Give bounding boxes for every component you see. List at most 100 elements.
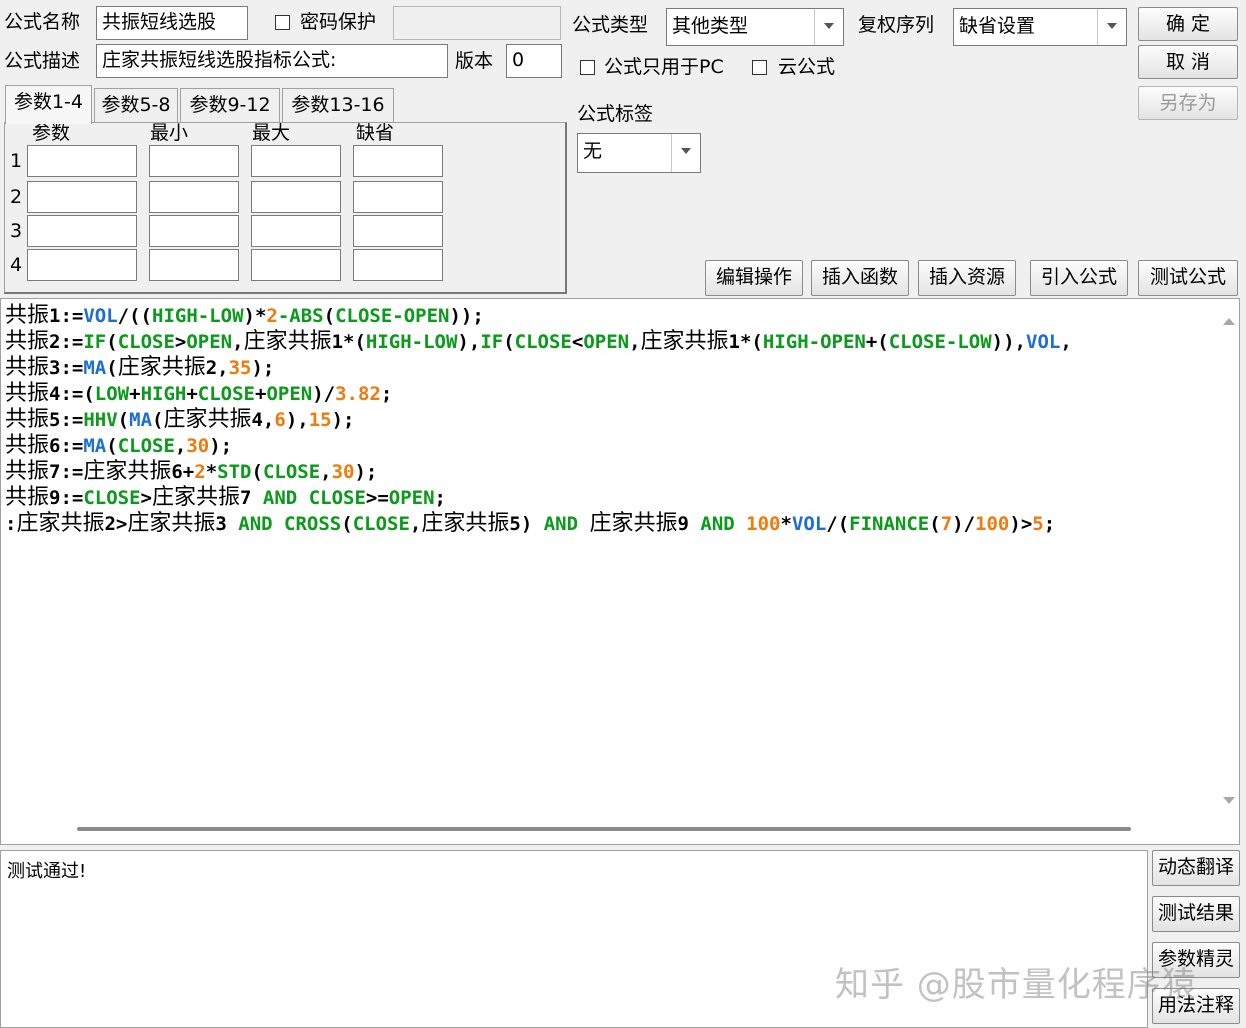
code-token: 庄家共振: [127, 511, 216, 536]
formula-desc-input[interactable]: 庄家共振短线选股指标公式:: [96, 44, 448, 78]
password-input[interactable]: [393, 6, 561, 40]
param-min-input[interactable]: [149, 215, 239, 247]
code-token: 1*(: [331, 331, 366, 353]
tab-params-1-4[interactable]: 参数1-4: [5, 85, 92, 124]
dynamic-translate-button[interactable]: 动态翻译: [1152, 850, 1240, 886]
formula-tag-select[interactable]: 无: [577, 133, 701, 173]
rights-select[interactable]: 缺省设置: [953, 8, 1127, 46]
code-line[interactable]: 共振5:=HHV(MA(庄家共振4,6),15);: [5, 407, 1217, 433]
code-token: -ABS: [277, 305, 324, 327]
save-as-button[interactable]: 另存为: [1138, 86, 1238, 120]
tab-params-9-12[interactable]: 参数9-12: [180, 88, 280, 122]
code-token: )/: [952, 513, 976, 535]
insert-resource-button[interactable]: 插入资源: [918, 260, 1016, 296]
code-token: 庄家共振: [640, 329, 729, 354]
code-token: 2>: [104, 513, 128, 535]
code-token: 庄家共振: [152, 485, 241, 510]
code-line[interactable]: 共振7:=庄家共振6+2*STD(CLOSE,30);: [5, 459, 1217, 485]
code-token: IF: [83, 331, 107, 353]
code-line[interactable]: :庄家共振2>庄家共振3 AND CROSS(CLOSE,庄家共振5) AND …: [5, 511, 1217, 537]
code-token: ,: [629, 331, 641, 353]
code-token: );: [354, 461, 378, 483]
param-name-input[interactable]: [27, 215, 137, 247]
code-token: FINANCE: [849, 513, 930, 535]
import-formula-button[interactable]: 引入公式: [1030, 260, 1128, 296]
scroll-thumb[interactable]: [77, 827, 1131, 831]
param-max-input[interactable]: [251, 249, 341, 281]
test-formula-button[interactable]: 测试公式: [1138, 260, 1238, 296]
formula-type-select[interactable]: 其他类型: [666, 8, 844, 46]
code-token: 100: [975, 513, 1010, 535]
chevron-down-icon[interactable]: [671, 134, 700, 172]
code-line[interactable]: 共振3:=MA(庄家共振2,35);: [5, 355, 1217, 381]
pc-only-checkbox[interactable]: [580, 60, 595, 75]
param-max-input[interactable]: [251, 215, 341, 247]
vertical-scrollbar[interactable]: [1219, 299, 1239, 819]
param-name-input[interactable]: [27, 181, 137, 213]
param-default-input[interactable]: [353, 145, 443, 177]
param-default-input[interactable]: [353, 249, 443, 281]
code-token: ,: [320, 461, 332, 483]
code-token: 共振: [5, 485, 50, 510]
tab-params-5-8[interactable]: 参数5-8: [94, 88, 178, 122]
code-token: VOL: [83, 305, 118, 327]
code-token: 6:=: [49, 435, 84, 457]
code-token: (: [152, 409, 164, 431]
code-token: ;: [434, 487, 446, 509]
test-result-button[interactable]: 测试结果: [1152, 896, 1240, 932]
code-token: ));: [449, 305, 484, 327]
code-line[interactable]: 共振2:=IF(CLOSE>OPEN,庄家共振1*(HIGH-LOW),IF(C…: [5, 329, 1217, 355]
code-token: ,: [409, 513, 422, 535]
code-token: +: [186, 383, 198, 405]
code-token: (: [117, 409, 130, 431]
code-token: );: [209, 435, 233, 457]
insert-function-button[interactable]: 插入函数: [811, 260, 909, 296]
code-token: MA: [83, 435, 107, 457]
cancel-button[interactable]: 取 消: [1138, 45, 1238, 79]
code-editor[interactable]: 共振1:=VOL/((HIGH-LOW)*2-ABS(CLOSE-OPEN));…: [0, 298, 1240, 845]
cloud-checkbox[interactable]: [752, 60, 767, 75]
formula-type-value: 其他类型: [672, 15, 749, 37]
code-text[interactable]: 共振1:=VOL/((HIGH-LOW)*2-ABS(CLOSE-OPEN));…: [5, 303, 1217, 537]
edit-ops-button[interactable]: 编辑操作: [705, 260, 803, 296]
chevron-down-icon[interactable]: [814, 9, 843, 45]
code-token: 7:=: [49, 461, 84, 483]
ok-button[interactable]: 确 定: [1138, 7, 1238, 41]
formula-name-label: 公式名称: [4, 11, 81, 33]
code-line[interactable]: 共振9:=CLOSE>庄家共振7 AND CLOSE>=OPEN;: [5, 485, 1217, 511]
param-max-input[interactable]: [251, 145, 341, 177]
param-row-number: 3: [10, 220, 23, 242]
code-token: 9:=: [49, 487, 84, 509]
version-input[interactable]: 0: [506, 44, 562, 78]
password-label: 密码保护: [300, 11, 377, 33]
code-token: *: [780, 513, 792, 535]
chevron-down-icon[interactable]: [1097, 9, 1126, 45]
horizontal-scrollbar[interactable]: [1, 820, 1239, 844]
code-token: MA: [83, 357, 107, 379]
param-name-input[interactable]: [27, 249, 137, 281]
code-token: (: [503, 331, 515, 353]
code-token: +: [254, 383, 267, 405]
password-checkbox[interactable]: [275, 15, 290, 30]
param-min-input[interactable]: [149, 249, 239, 281]
param-min-input[interactable]: [149, 145, 239, 177]
tab-params-13-16[interactable]: 参数13-16: [282, 88, 394, 122]
param-name-input[interactable]: [27, 145, 137, 177]
param-default-input[interactable]: [353, 215, 443, 247]
code-line[interactable]: 共振4:=(LOW+HIGH+CLOSE+OPEN)/3.82;: [5, 381, 1217, 407]
code-line[interactable]: 共振6:=MA(CLOSE,30);: [5, 433, 1217, 459]
pc-only-label: 公式只用于PC: [604, 56, 724, 78]
scrollbar-arrows: [1223, 318, 1235, 804]
code-line[interactable]: 共振1:=VOL/((HIGH-LOW)*2-ABS(CLOSE-OPEN));: [5, 303, 1217, 329]
code-token: )*: [243, 305, 267, 327]
param-default-input[interactable]: [353, 181, 443, 213]
code-token: 5): [509, 513, 544, 535]
formula-name-input[interactable]: 共振短线选股: [96, 6, 248, 40]
param-max-input[interactable]: [251, 181, 341, 213]
code-token: 2,: [205, 357, 229, 379]
code-token: 3: [215, 513, 239, 535]
code-token: *: [205, 461, 218, 483]
param-min-input[interactable]: [149, 181, 239, 213]
